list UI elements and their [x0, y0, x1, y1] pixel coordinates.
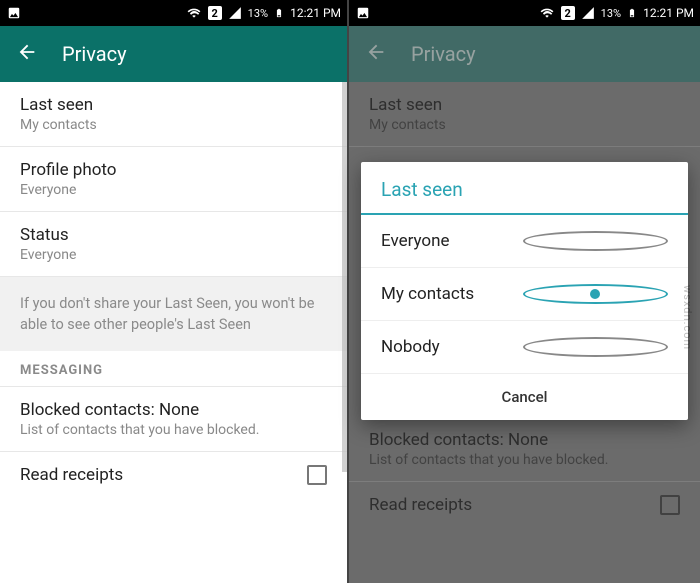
- row-last-seen[interactable]: Last seen My contacts: [0, 82, 347, 147]
- info-note: If you don't share your Last Seen, you w…: [0, 277, 347, 351]
- row-value: Everyone: [20, 182, 327, 198]
- radio-icon: [523, 231, 669, 251]
- option-everyone[interactable]: Everyone: [361, 215, 688, 268]
- app-bar: Privacy: [0, 26, 347, 82]
- page-title: Privacy: [62, 42, 127, 66]
- row-label: Status: [20, 225, 327, 245]
- row-label: Read receipts: [20, 465, 307, 485]
- battery-icon: [627, 5, 637, 21]
- row-value: List of contacts that you have blocked.: [20, 422, 327, 438]
- clock: 12:21 PM: [290, 6, 341, 20]
- image-icon: [355, 6, 371, 20]
- battery-icon: [274, 5, 284, 21]
- clock: 12:21 PM: [643, 6, 694, 20]
- status-bar: 2 13% 12:21 PM: [349, 0, 700, 26]
- sim-badge: 2: [208, 6, 222, 20]
- screen-privacy-settings: 2 13% 12:21 PM Privacy Last seen My cont…: [0, 0, 349, 583]
- option-my-contacts[interactable]: My contacts: [361, 268, 688, 321]
- status-bar: 2 13% 12:21 PM: [0, 0, 347, 26]
- row-label: Profile photo: [20, 160, 327, 180]
- scrollbar[interactable]: [342, 82, 347, 583]
- dialog-last-seen: Last seen Everyone My contacts Nobody Ca…: [361, 162, 688, 420]
- section-messaging: MESSAGING: [0, 351, 347, 387]
- image-icon: [6, 6, 22, 20]
- signal-icon: [581, 6, 595, 20]
- option-label: My contacts: [381, 284, 523, 304]
- wifi-icon: [539, 6, 555, 20]
- row-label: Blocked contacts: None: [20, 400, 327, 420]
- settings-list: Last seen My contacts Profile photo Ever…: [0, 82, 347, 583]
- radio-icon: [523, 337, 669, 357]
- watermark: wsxdn.com: [681, 285, 694, 350]
- battery-percent: 13%: [248, 7, 268, 20]
- battery-percent: 13%: [601, 7, 621, 20]
- row-label: Last seen: [20, 95, 327, 115]
- dialog-title: Last seen: [361, 162, 688, 215]
- row-value: Everyone: [20, 247, 327, 263]
- option-label: Everyone: [381, 231, 523, 251]
- row-status[interactable]: Status Everyone: [0, 212, 347, 277]
- radio-icon: [523, 284, 669, 304]
- sim-badge: 2: [561, 6, 575, 20]
- row-read-receipts[interactable]: Read receipts: [0, 452, 347, 498]
- signal-icon: [228, 6, 242, 20]
- option-label: Nobody: [381, 337, 523, 357]
- row-value: My contacts: [20, 117, 327, 133]
- option-nobody[interactable]: Nobody: [361, 321, 688, 374]
- wifi-icon: [186, 6, 202, 20]
- row-profile-photo[interactable]: Profile photo Everyone: [0, 147, 347, 212]
- cancel-button[interactable]: Cancel: [361, 374, 688, 420]
- screen-privacy-dialog: 2 13% 12:21 PM Privacy Last seen My cont…: [349, 0, 700, 583]
- row-blocked-contacts[interactable]: Blocked contacts: None List of contacts …: [0, 387, 347, 452]
- back-icon[interactable]: [16, 41, 38, 67]
- read-receipts-checkbox[interactable]: [307, 465, 327, 485]
